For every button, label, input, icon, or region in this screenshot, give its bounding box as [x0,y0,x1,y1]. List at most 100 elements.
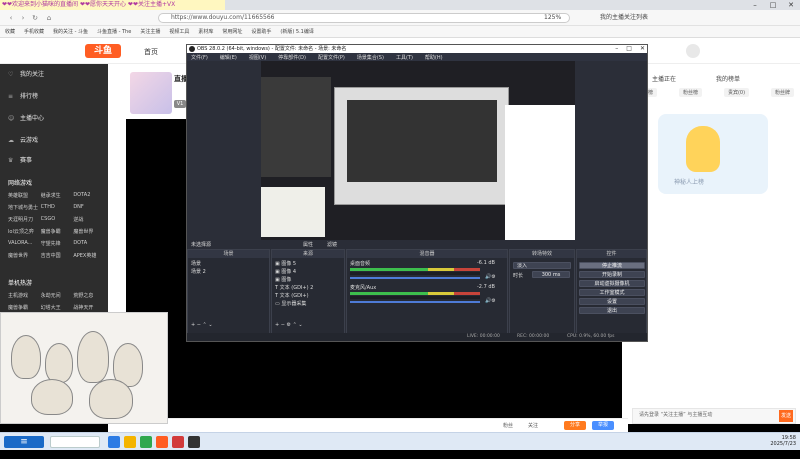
studio-mode-button[interactable]: 工作室模式 [579,289,645,296]
sidebar-game-link[interactable]: DOTA2 [73,192,104,199]
chat-input[interactable]: 请先登录 “关注主播” 与主播互动 发送 [632,408,796,424]
virtual-camera-button[interactable]: 启动虚拟摄像机 [579,280,645,287]
bookmark-item[interactable]: 素材库 [198,28,213,35]
bookmark-item[interactable]: 视频工具 [169,28,189,35]
obs-menu-item[interactable]: 帮助(H) [425,54,443,61]
site-logo[interactable]: 斗鱼 [85,44,121,58]
sidebar-game-link[interactable]: 继承求生 [41,192,72,199]
sidebar-game-link[interactable]: 英雄联盟 [8,192,39,199]
avatar[interactable] [686,44,700,58]
sidebar-item-follow[interactable]: ♡ 我的关注 [8,70,44,80]
mute-icon[interactable]: 🔊⚙ [485,298,496,304]
settings-button[interactable]: 设置 [579,298,645,305]
files-icon[interactable] [108,436,120,448]
duration-input[interactable]: 300 ms [532,271,570,278]
sidebar-game-link[interactable]: 魔兽世界 [8,252,39,259]
forward-icon[interactable]: › [18,13,28,23]
transition-select[interactable]: 淡入 [513,262,571,269]
home-icon[interactable]: ⌂ [44,13,54,23]
app-icon[interactable] [140,436,152,448]
sidebar-game-link[interactable]: 幻塔大王 [41,304,72,311]
sidebar-game-link[interactable]: 吉吉中国 [41,252,72,259]
properties-button[interactable]: 属性 [303,241,313,248]
obs-icon[interactable] [188,436,200,448]
url-input[interactable]: https://www.douyu.com/11665566 [158,13,570,23]
refresh-icon[interactable]: ↻ [30,13,40,23]
obs-minimize-icon[interactable]: – [615,45,618,53]
source-item[interactable]: T 文本 (GDI+) 2 [275,284,313,291]
sidebar-game-link[interactable]: 魔兽争霸 [8,304,39,311]
anchor-avatar[interactable] [130,72,172,114]
send-button[interactable]: 发送 [779,410,793,422]
sidebar-game-link[interactable]: CSGO [41,216,72,223]
obs-menu-item[interactable]: 停靠部件(D) [278,54,306,61]
sidebar-game-link[interactable]: 荒野之息 [73,292,104,299]
obs-menu-item[interactable]: 文件(F) [191,54,208,61]
scene-item[interactable]: 场景 [191,260,201,267]
bookmark-item[interactable]: (新版) 5.1编译 [280,28,313,35]
obs-menu-item[interactable]: 配置文件(P) [318,54,345,61]
obs-maximize-icon[interactable]: □ [626,45,632,53]
share-button[interactable]: 分享 [564,421,586,430]
sidebar-game-link[interactable]: 战神天开 [73,304,104,311]
back-icon[interactable]: ‹ [6,13,16,23]
obs-menu-item[interactable]: 工具(T) [396,54,413,61]
bookmark-item[interactable]: 关注主播 [140,28,160,35]
zoom-level[interactable]: 125% [544,13,561,23]
start-icon[interactable]: ≡ [4,436,44,448]
sidebar-game-link[interactable]: CTHD [41,204,72,211]
bookmark-item[interactable]: 我的关注 - 斗鱼 [53,28,88,35]
tab-badge[interactable]: 粉丝牌 [770,88,794,97]
bookmark-item[interactable]: 常用网址 [222,28,242,35]
scene-item[interactable]: 场景 2 [191,268,206,275]
source-item[interactable]: ▭ 显示器采集 [275,300,306,307]
volume-slider[interactable] [350,301,480,303]
clock[interactable]: 19:58 2025/7/23 [770,435,796,447]
sidebar-game-link[interactable]: 魔兽争霸 [41,228,72,235]
sidebar-game-link[interactable]: APEX英雄 [73,252,104,259]
my-rank-link[interactable]: 我的榜单 [716,74,740,83]
minimize-icon[interactable]: – [746,0,764,10]
sidebar-game-link[interactable]: 守望先锋 [41,240,72,247]
folder-icon[interactable] [124,436,136,448]
account-link[interactable]: 我的主播关注列表 [600,13,648,23]
start-record-button[interactable]: 开始录制 [579,271,645,278]
maximize-icon[interactable]: □ [764,0,782,10]
tab-vip[interactable]: 贵宾(0) [723,88,750,97]
sidebar-game-link[interactable]: 永劫无间 [41,292,72,299]
scene-add-button[interactable]: + − ⌃ ⌄ [191,322,213,328]
sidebar-game-link[interactable]: 天涯明月刀 [8,216,39,223]
source-item[interactable]: T 文本 (GDI+) [275,292,309,299]
filters-button[interactable]: 滤镜 [327,241,337,248]
search-input[interactable] [50,436,100,448]
sidebar-game-link[interactable]: 魔兽世界 [73,228,104,235]
obs-menu-item[interactable]: 编辑(E) [220,54,237,61]
bookmark-item[interactable]: 手机收藏 [24,28,44,35]
sidebar-item-events[interactable]: ♛ 赛事 [8,156,32,166]
sidebar-item-anchor[interactable]: ☺ 主播中心 [8,114,44,124]
sidebar-item-rank[interactable]: ≡ 排行榜 [8,92,38,102]
bookmark-item[interactable]: 斗鱼直播 - The [97,28,131,35]
sidebar-game-link[interactable]: VALORA... [8,240,39,247]
bookmark-item[interactable]: 收藏 [5,28,15,35]
mute-icon[interactable]: 🔊⚙ [485,274,496,280]
bookmark-item[interactable]: 设置助手 [251,28,271,35]
sidebar-game-link[interactable]: DNF [73,204,104,211]
volume-slider[interactable] [350,277,480,279]
sidebar-game-link[interactable]: 主机游戏 [8,292,39,299]
source-item[interactable]: ▣ 图像 4 [275,268,296,275]
sidebar-game-link[interactable]: DOTA [73,240,104,247]
stop-stream-button[interactable]: 停止推流 [579,262,645,269]
source-item[interactable]: ▣ 图像 5 [275,260,296,267]
report-button[interactable]: 举报 [592,421,614,430]
sidebar-game-link[interactable]: 地下城与勇士 [8,204,39,211]
browser-icon[interactable] [156,436,168,448]
sidebar-item-cloudgame[interactable]: ☁ 云游戏 [8,136,38,146]
nav-home-link[interactable]: 首页 [144,47,158,57]
close-icon[interactable]: ✕ [782,0,800,10]
follow-link[interactable]: 关注 [528,422,538,429]
sidebar-game-link[interactable]: lol云顶之弈 [8,228,39,235]
obs-menu-item[interactable]: 场景集合(S) [357,54,384,61]
app-icon[interactable] [172,436,184,448]
tab-fans[interactable]: 粉丝榜 [678,88,702,97]
